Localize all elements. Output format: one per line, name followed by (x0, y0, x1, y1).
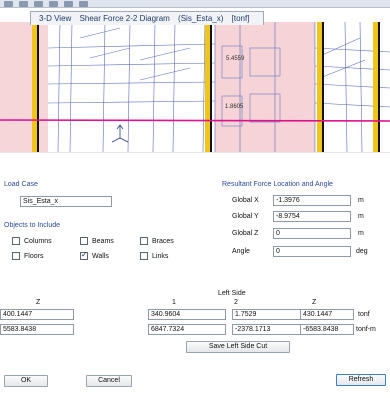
floors-label: Floors (24, 252, 44, 260)
zoom-icon[interactable] (4, 0, 13, 7)
global-x-label: Global X (232, 197, 259, 204)
3d-model-drawing: 5.4559 1.8605 (0, 21, 390, 152)
floors-checkbox[interactable]: Floors (12, 252, 43, 260)
ok-button[interactable]: OK (4, 375, 48, 387)
beams-checkbox-box[interactable] (80, 237, 88, 245)
col-header-z2: Z (312, 299, 317, 306)
highlight-region-center (215, 22, 315, 152)
angle-label: Angle (232, 248, 250, 255)
columns-checkbox-box[interactable] (12, 237, 20, 245)
links-checkbox-box[interactable] (140, 252, 148, 260)
walls-checkbox-box[interactable] (80, 250, 88, 260)
view-tab-label: 3-D View (39, 14, 72, 23)
row1-unit: tonf (358, 311, 370, 318)
braces-label: Braces (152, 237, 174, 245)
wall-left-yellow (32, 22, 37, 152)
row1-cell-1[interactable]: 400.1447 (0, 309, 74, 320)
braces-checkbox[interactable]: Braces (140, 237, 174, 245)
cancel-button[interactable]: Cancel (86, 375, 132, 387)
global-z-field[interactable]: 0 (273, 228, 351, 239)
global-x-unit: m (358, 197, 364, 204)
wall-left-black (37, 22, 39, 152)
axis-icon (111, 124, 129, 143)
col-header-2: 2 (234, 299, 238, 306)
row1-cell-3[interactable]: 1.7529 (232, 309, 310, 320)
zoom-out-icon[interactable] (19, 0, 28, 7)
links-checkbox[interactable]: Links (140, 252, 168, 260)
global-y-field[interactable]: -8.9754 (273, 211, 351, 222)
objects-heading: Objects to Include (4, 222, 61, 229)
row2-cell-4[interactable]: -6583.8438 (300, 324, 354, 335)
shear-value-2: 1.8605 (225, 104, 244, 110)
pan-icon[interactable] (34, 0, 43, 7)
rotate-icon[interactable] (49, 0, 58, 7)
angle-field[interactable]: 0 (273, 246, 351, 257)
columns-label: Columns (24, 237, 52, 245)
walls-label: Walls (92, 252, 109, 260)
side-label: Left Side (218, 290, 246, 297)
row1-cell-2[interactable]: 340.9604 (148, 309, 226, 320)
divider (0, 152, 390, 153)
col-header-1: 1 (172, 299, 176, 306)
row2-unit: tonf-m (356, 326, 376, 333)
highlight-region-left (0, 22, 48, 152)
beams-label: Beams (92, 237, 114, 245)
wall-right-yellow (373, 22, 378, 152)
wall-center-left-yellow (205, 22, 210, 152)
global-y-label: Global Y (232, 213, 259, 220)
beams-checkbox[interactable]: Beams (80, 237, 114, 245)
toolbar (0, 0, 390, 8)
refresh-button[interactable]: Refresh (336, 374, 386, 386)
floors-checkbox-box[interactable] (12, 252, 20, 260)
save-left-side-cut-button[interactable]: Save Left Side Cut (186, 341, 290, 353)
section-cut-line (0, 119, 390, 122)
resultant-heading: Resultant Force Location and Angle (222, 181, 333, 188)
global-y-unit: m (358, 213, 364, 220)
display-icon[interactable] (79, 0, 88, 7)
angle-unit: deg (356, 248, 368, 255)
view-icon[interactable] (64, 0, 73, 7)
row2-cell-2[interactable]: 6847.7324 (148, 324, 226, 335)
walls-checkbox[interactable]: Walls (80, 250, 109, 260)
load-case-name: (Sis_Esta_x) (178, 14, 224, 23)
shear-value-1: 5.4559 (226, 56, 245, 62)
global-x-field[interactable]: -1.3976 (273, 195, 351, 206)
links-label: Links (152, 252, 169, 260)
unit-label: [tonf] (231, 14, 250, 23)
global-z-unit: m (358, 230, 364, 237)
col-header-z1: Z (36, 299, 41, 306)
row2-cell-3[interactable]: -2378.1713 (232, 324, 310, 335)
wall-center-right-yellow (317, 22, 322, 152)
global-z-label: Global Z (232, 230, 259, 237)
braces-checkbox-box[interactable] (140, 237, 148, 245)
columns-checkbox[interactable]: Columns (12, 237, 52, 245)
load-case-field[interactable]: Sis_Esta_x (20, 196, 112, 207)
view-tab[interactable]: 3-D View Shear Force 2-2 Diagram (Sis_Es… (30, 11, 265, 25)
load-case-heading: Load Case (4, 181, 38, 188)
3d-view-window[interactable]: 3-D View Shear Force 2-2 Diagram (Sis_Es… (0, 8, 390, 152)
diagram-name: Shear Force 2-2 Diagram (79, 14, 170, 23)
row1-cell-4[interactable]: 430.1447 (300, 309, 354, 320)
row2-cell-1[interactable]: 5583.8438 (0, 324, 74, 335)
section-cut-dialog: Load Case Sis_Esta_x Objects to Include … (0, 152, 390, 398)
